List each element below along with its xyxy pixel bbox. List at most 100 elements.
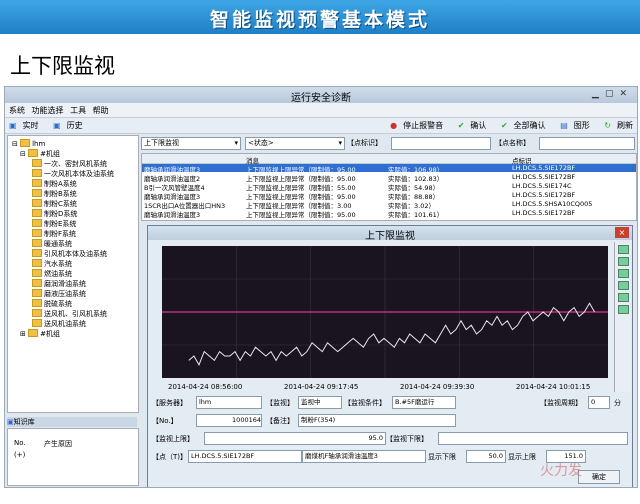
tree-item[interactable]: 制粉E系统 <box>32 219 76 229</box>
menubar: 系统 功能选择 工具 帮助 <box>5 103 637 118</box>
chart-button[interactable]: ▤ 图形 <box>554 121 590 130</box>
alarm-tag: LH.DCS.5.SIE174C <box>512 182 572 190</box>
folder-icon <box>32 309 42 317</box>
confirm-all-button[interactable]: ✔ 全部确认 <box>495 121 546 130</box>
note-label: 【备注】 <box>266 417 294 425</box>
folder-icon <box>32 159 42 167</box>
window-titlebar: 运行安全诊断 ▁▢✕ <box>5 87 637 104</box>
state-select[interactable]: <状态> ▾ <box>245 137 345 150</box>
ok-button[interactable]: 确定 <box>578 470 620 484</box>
save-icon[interactable] <box>618 305 629 314</box>
folder-icon <box>32 269 42 277</box>
tree-item[interactable]: 燃油系统 <box>32 269 72 279</box>
alarm-tag: LH.DCS.5.SIE172BF <box>512 164 576 172</box>
realtime-button[interactable]: ▣ 实时 <box>9 121 45 130</box>
point-tag-input[interactable] <box>391 137 491 150</box>
chart-icon: ▤ <box>560 121 568 130</box>
tree-item[interactable]: 送风机、引风机系统 <box>32 309 107 319</box>
refresh-button[interactable]: ↻ 刷新 <box>598 121 633 130</box>
chevron-down-icon: ▾ <box>338 139 342 147</box>
folder-icon <box>32 299 42 307</box>
lower-limit-label: 【监视下限】 <box>386 435 428 443</box>
folder-icon <box>32 319 42 327</box>
alarm-row[interactable]: B引一次风管壁温度4 上下限监视上限异常（限制值：55.00 实际值：54.98） L… <box>142 182 636 192</box>
stop-icon: ● <box>390 121 398 130</box>
stop-alarm-button[interactable]: ● 停止报警音 <box>384 121 443 130</box>
window-controls[interactable]: ▁▢✕ <box>592 89 633 99</box>
folder-icon <box>20 139 31 147</box>
alarm-table: 消息 点标识 磨轴承润滑油温度3 上下限监视上限异常（限制值：95.00 实际值：1… <box>141 153 637 221</box>
print-icon[interactable] <box>618 293 629 302</box>
folder-icon <box>32 179 42 187</box>
dialog-titlebar: 上下限监视 × <box>148 226 632 242</box>
folder-icon <box>32 219 42 227</box>
knowledge-panel: No. 产生原因 (+) <box>7 428 139 486</box>
tree-item[interactable]: 磨液压油系统 <box>32 289 86 299</box>
app-window: 运行安全诊断 ▁▢✕ 系统 功能选择 工具 帮助 ▣ 实时 ▣ 历史 ● 停止报警音 … <box>4 86 638 488</box>
folder-icon <box>32 189 42 197</box>
knowledge-tab[interactable]: ▣知识库 <box>7 417 137 427</box>
system-tree: ⊟ lhm ⊟ #机组 一次、密封风机系统 一次风机本体及油系统 制粉A系统 制粉B系… <box>7 135 139 413</box>
history-button[interactable]: ▣ 历史 <box>53 121 89 130</box>
alarm-tag: LH.DCS.5.SHSA10CQ005 <box>512 200 593 208</box>
alarm-table-header: 消息 点标识 <box>142 154 636 165</box>
tree-item[interactable]: 制粉B系统 <box>32 189 77 199</box>
alarm-row[interactable]: 磨轴承润滑油温度3 上下限监视上限异常（限制值：95.00 实际值：106.98） L… <box>142 164 636 174</box>
tree-item[interactable]: 制粉C系统 <box>32 199 77 209</box>
tree-item[interactable]: 脱硫系统 <box>32 299 72 309</box>
zoom-out-icon[interactable] <box>618 257 629 266</box>
tree-item[interactable]: 制粉A系统 <box>32 179 77 189</box>
alarm-row[interactable]: 1SCR出口A位置器出口HN3 上下限监视上限异常（限制值：3.00 实际值：3.0… <box>142 200 636 210</box>
trend-chart: 2014-04-24 08:56:00 2014-04-24 09:17:45 20… <box>152 242 612 392</box>
display-lower-input[interactable]: 50.0 <box>466 450 506 463</box>
menu-help[interactable]: 帮助 <box>93 105 109 116</box>
alarm-name: 磨轴承润滑油温度3 <box>144 211 201 219</box>
point-name-value: 磨煤机F轴承润滑油温度3 <box>302 450 426 463</box>
monitor-cycle-unit: 分 <box>614 399 621 407</box>
kb-row[interactable]: (+) <box>14 451 25 459</box>
watermark: 火力发 <box>540 463 582 479</box>
monitor-cycle-label: 【监视周期】 <box>540 399 582 407</box>
menu-tools[interactable]: 工具 <box>70 105 86 116</box>
check-icon: ✔ <box>457 121 465 130</box>
monitor-cycle-value[interactable]: 0 <box>588 396 610 409</box>
confirm-button[interactable]: ✔ 确认 <box>452 121 487 130</box>
alarm-tag: LH.DCS.5.SIE172BF <box>512 173 576 181</box>
menu-system[interactable]: 系统 <box>9 105 25 116</box>
close-button[interactable]: × <box>615 227 629 238</box>
zoom-in-icon[interactable] <box>618 245 629 254</box>
tree-root[interactable]: ⊟ lhm <box>12 139 45 148</box>
tree-item[interactable]: 引风机本体及油系统 <box>32 249 107 259</box>
tree-unit[interactable]: ⊟ #机组 <box>20 149 60 159</box>
x-tick-label: 2014-04-24 08:56:00 <box>168 383 242 391</box>
tree-item[interactable]: 磨润滑油系统 <box>32 279 86 289</box>
alarm-row[interactable]: 磨轴承润滑油温度2 上下限监视上限异常（限制值：95.00 实际值：102.83） L… <box>142 173 636 183</box>
x-tick-label: 2014-04-24 09:39:30 <box>400 383 474 391</box>
folder-icon <box>32 289 42 297</box>
tree-item[interactable]: 汽水系统 <box>32 259 72 269</box>
tree-item[interactable]: 制粉D系统 <box>32 209 77 219</box>
point-tag-label: 【点标识】 <box>347 139 382 147</box>
tree-unit-2[interactable]: ⊞ #机组 <box>20 329 60 339</box>
alarm-row[interactable]: 磨轴承润滑油温度3 上下限监视上限异常（限制值：95.00 实际值：88.88） LH… <box>142 191 636 201</box>
point-value: LH.DCS.5.SIE172BF <box>188 450 302 463</box>
chevron-down-icon: ▾ <box>234 139 238 147</box>
folder-icon <box>32 169 42 177</box>
folder-icon <box>32 279 42 287</box>
tree-item[interactable]: 送风机油系统 <box>32 319 86 329</box>
folder-icon <box>32 229 42 237</box>
tree-item[interactable]: 一次风机本体及油系统 <box>32 169 114 179</box>
monitor-cond-value: B.#5F磨运行 <box>392 396 456 409</box>
tree-item[interactable]: 暖通系统 <box>32 239 72 249</box>
pan-icon[interactable] <box>618 269 629 278</box>
tree-item[interactable]: 一次、密封风机系统 <box>32 159 107 169</box>
alarm-row[interactable]: 磨轴承润滑油温度3 上下限监视上限异常（限制值：95.00 实际值：101.61） L… <box>142 209 636 219</box>
server-label: 【服务器】 <box>152 399 187 407</box>
menu-function[interactable]: 功能选择 <box>32 105 64 116</box>
tree-item[interactable]: 制粉F系统 <box>32 229 76 239</box>
type-select[interactable]: 上下限监视 ▾ <box>141 137 241 150</box>
reset-icon[interactable] <box>618 281 629 290</box>
monitor-state-value: 监视中 <box>298 396 342 409</box>
point-name-input[interactable] <box>539 137 635 150</box>
x-tick-label: 2014-04-24 09:17:45 <box>284 383 358 391</box>
